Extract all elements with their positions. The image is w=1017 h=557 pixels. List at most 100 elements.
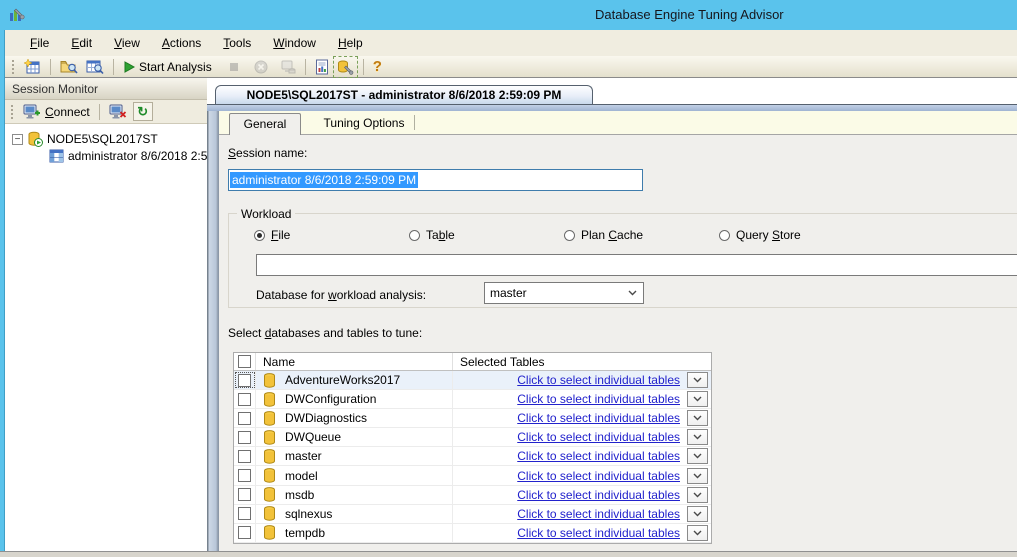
database-checkbox[interactable] [238,507,251,520]
database-row[interactable]: msdb Click to select individual tables [234,486,711,505]
database-checkbox[interactable] [238,393,251,406]
session-monitor-panel: Session Monitor Connect [5,78,207,551]
select-individual-tables-link[interactable]: Click to select individual tables [517,526,680,540]
tables-dropdown-button[interactable] [687,468,708,484]
select-individual-tables-link[interactable]: Click to select individual tables [517,373,680,387]
tuning-options-button[interactable] [335,58,356,76]
database-name: master [285,449,322,463]
panel-splitter[interactable] [207,111,219,551]
session-name-input[interactable]: administrator 8/6/2018 2:59:09 PM [228,169,643,191]
menu-item[interactable]: File [19,30,60,56]
open-session-button[interactable] [58,58,80,76]
database-checkbox[interactable] [238,488,251,501]
radio-button-icon[interactable] [719,230,730,241]
radio-label: Plan Cache [581,228,643,242]
column-header-selected-tables[interactable]: Selected Tables [453,353,711,370]
database-checkbox[interactable] [238,431,251,444]
collapse-icon[interactable]: − [12,134,23,145]
database-row[interactable]: DWConfiguration Click to select individu… [234,390,711,409]
database-row[interactable]: DWDiagnostics Click to select individual… [234,409,711,428]
tables-dropdown-button[interactable] [687,410,708,426]
session-name-label: Session name: [228,146,307,160]
select-individual-tables-link[interactable]: Click to select individual tables [517,507,680,521]
menu-item[interactable]: Window [262,30,327,56]
session-name-selected-text: administrator 8/6/2018 2:59:09 PM [230,172,418,188]
tree-node-server[interactable]: − NODE5\SQL2017ST [12,131,158,147]
server-apply-icon [280,60,296,74]
toolbar-separator [113,59,114,75]
menu-item[interactable]: View [103,30,151,56]
database-checkbox[interactable] [238,450,251,463]
workload-radio-option[interactable]: Table [409,228,564,242]
tab-general[interactable]: General [229,113,301,135]
database-row[interactable]: sqlnexus Click to select individual tabl… [234,505,711,524]
database-name: sqlnexus [285,507,332,521]
workload-radio-option[interactable]: Plan Cache [564,228,719,242]
select-individual-tables-link[interactable]: Click to select individual tables [517,430,680,444]
database-row[interactable]: model Click to select individual tables [234,466,711,485]
new-session-button[interactable] [22,58,43,76]
select-individual-tables-link[interactable]: Click to select individual tables [517,488,680,502]
database-checkbox[interactable] [238,412,251,425]
subtab-separator [414,115,415,130]
disconnect-button[interactable] [107,103,129,121]
database-row[interactable]: tempdb Click to select individual tables [234,524,711,543]
workload-radio-option[interactable]: File [254,228,409,242]
column-header-name[interactable]: Name [256,353,453,370]
database-checkbox[interactable] [238,469,251,482]
toolbar-separator [305,59,306,75]
view-workload-button[interactable] [84,58,106,76]
tables-dropdown-button[interactable] [687,506,708,522]
select-all-checkbox[interactable] [238,355,251,368]
tables-dropdown-button[interactable] [687,448,708,464]
select-individual-tables-link[interactable]: Click to select individual tables [517,449,680,463]
tree-node-session[interactable]: administrator 8/6/2018 2:59: [49,149,207,163]
cancel-button [252,59,270,75]
select-individual-tables-link[interactable]: Click to select individual tables [517,392,680,406]
reports-button[interactable] [313,58,331,76]
document-tab[interactable]: NODE5\SQL2017ST - administrator 8/6/2018… [215,85,593,104]
workload-radio-row: File Table Plan Cache [254,228,874,242]
select-individual-tables-link[interactable]: Click to select individual tables [517,469,680,483]
database-checkbox[interactable] [238,526,251,539]
database-analysis-combo[interactable]: master [484,282,644,304]
document-tab-band [207,104,1017,111]
radio-button-icon[interactable] [254,230,265,241]
menu-item[interactable]: Actions [151,30,212,56]
chevron-down-icon [693,377,702,383]
connect-button[interactable]: Connect [21,103,92,121]
chevron-down-icon [693,434,702,440]
tables-dropdown-button[interactable] [687,391,708,407]
start-analysis-button[interactable]: Start Analysis [121,59,214,75]
menu-item[interactable]: Tools [212,30,262,56]
session-label: administrator 8/6/2018 2:59: [68,149,207,163]
tab-tuning-options[interactable]: Tuning Options [314,111,414,135]
database-row[interactable]: DWQueue Click to select individual table… [234,428,711,447]
refresh-button[interactable]: ↻ [133,102,153,121]
table-search-icon [86,59,104,75]
radio-button-icon[interactable] [409,230,420,241]
main-toolbar: Start Analysis [5,56,1017,78]
database-checkbox[interactable] [238,374,251,387]
radio-button-icon[interactable] [564,230,575,241]
title-bar: Database Engine Tuning Advisor [0,0,1017,30]
databases-table: Name Selected Tables AdventureWorks2017 [233,352,712,544]
workload-radio-option[interactable]: Query Store [719,228,874,242]
database-name: DWConfiguration [285,392,376,406]
tables-dropdown-button[interactable] [687,525,708,541]
help-button[interactable]: ? [371,57,384,76]
database-row[interactable]: master Click to select individual tables [234,447,711,466]
toolbar-grip[interactable] [11,105,14,119]
stop-icon [228,61,240,73]
menu-item[interactable]: Help [327,30,374,56]
tables-dropdown-button[interactable] [687,429,708,445]
apply-recommendations-button [278,59,298,75]
toolbar-grip[interactable] [12,60,15,74]
tables-dropdown-button[interactable] [687,372,708,388]
menu-item[interactable]: Edit [60,30,103,56]
select-individual-tables-link[interactable]: Click to select individual tables [517,411,680,425]
open-folder-search-icon [60,59,78,75]
tables-dropdown-button[interactable] [687,487,708,503]
database-row[interactable]: AdventureWorks2017 Click to select indiv… [234,371,711,390]
workload-file-input[interactable] [256,254,1017,276]
